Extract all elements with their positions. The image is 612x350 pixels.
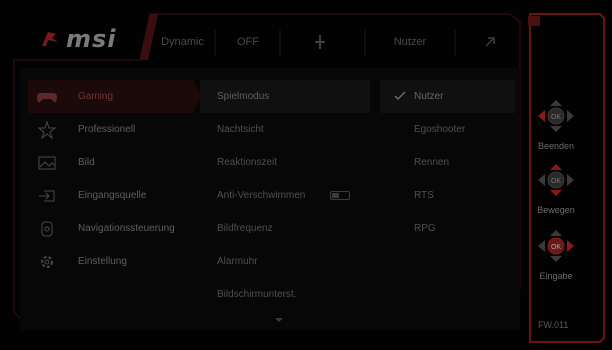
- menu-item-eingangsquelle[interactable]: Eingangsquelle: [28, 179, 193, 212]
- control-bewegen: OK Bewegen: [534, 162, 578, 215]
- header-item-arrow: [470, 32, 510, 52]
- option-rpg[interactable]: RPG: [380, 212, 515, 245]
- option-rennen[interactable]: Rennen: [380, 146, 515, 179]
- dpad-center-label: OK: [551, 244, 561, 251]
- control-label: Bewegen: [537, 205, 575, 215]
- menu-item-navigationssteuerung[interactable]: Navigationssteuerung: [28, 212, 193, 245]
- submenu-item-spielmodus[interactable]: Spielmodus: [200, 80, 370, 113]
- header-item-crosshair: [300, 32, 340, 52]
- submenu-item-nachtsicht[interactable]: Nachtsicht: [200, 113, 370, 146]
- submenu-item-alarmuhr[interactable]: Alarmuhr: [200, 245, 370, 278]
- menu-item-einstellung[interactable]: Einstellung: [28, 245, 193, 278]
- arrow-icon: [485, 37, 495, 47]
- header-item-nightvision: OFF: [237, 36, 259, 48]
- options-list: Nutzer Egoshooter Rennen RTS RPG: [380, 80, 515, 245]
- menu-item-bild[interactable]: Bild: [28, 146, 193, 179]
- gamepad-icon: [36, 89, 58, 105]
- menu-item-label: Eingangsquelle: [78, 190, 147, 201]
- dpad-exit-icon: OK: [538, 100, 574, 132]
- gear-icon: [36, 254, 58, 270]
- menu-item-gaming[interactable]: Gaming: [28, 80, 201, 113]
- option-nutzer[interactable]: Nutzer: [380, 80, 515, 113]
- scroll-down-icon[interactable]: [275, 318, 283, 322]
- control-beenden: OK Beenden: [534, 98, 578, 151]
- submenu-item-bildfrequenz[interactable]: Bildfrequenz: [200, 212, 370, 245]
- dragon-icon: [42, 32, 58, 46]
- navigation-icon: [36, 221, 58, 237]
- option-egoshooter[interactable]: Egoshooter: [380, 113, 515, 146]
- option-rts[interactable]: RTS: [380, 179, 515, 212]
- dpad-center-label: OK: [551, 178, 561, 185]
- checkmark-icon: [394, 91, 406, 101]
- image-icon: [36, 155, 58, 171]
- dpad-move-icon: OK: [538, 164, 574, 196]
- header-item-mode: Dynamic: [161, 36, 204, 48]
- logo-text: msi: [66, 25, 117, 53]
- dpad-center-label: OK: [551, 114, 561, 121]
- menu-item-label: Einstellung: [78, 256, 127, 267]
- firmware-version: FW.011: [538, 320, 569, 330]
- header-item-profile: Nutzer: [393, 36, 427, 48]
- submenu-item-anti-verschwimmen[interactable]: Anti-Verschwimmen: [200, 179, 370, 212]
- submenu: Spielmodus Nachtsicht Reaktionszeit Anti…: [200, 80, 370, 311]
- input-source-icon: [36, 188, 58, 204]
- menu-item-professionell[interactable]: Professionell: [28, 113, 193, 146]
- main-menu: Gaming Professionell Bild Eingangsquelle…: [28, 80, 201, 278]
- control-label: Beenden: [537, 141, 575, 151]
- menu-item-label: Professionell: [78, 124, 136, 135]
- dpad-enter-icon: OK: [538, 230, 574, 262]
- submenu-item-bildschirmunterst[interactable]: Bildschirmunterst.: [200, 278, 370, 311]
- menu-item-label: Gaming: [78, 91, 114, 102]
- control-eingabe: OK Eingabe: [534, 228, 578, 281]
- menu-item-label: Bild: [78, 157, 95, 168]
- anti-blur-toggle[interactable]: [330, 191, 350, 200]
- menu-item-label: Navigationssteuerung: [78, 223, 175, 234]
- crosshair-icon: [315, 35, 325, 49]
- star-icon: [36, 120, 58, 139]
- submenu-item-reaktionszeit[interactable]: Reaktionszeit: [200, 146, 370, 179]
- msi-logo: msi: [38, 25, 117, 53]
- control-label: Eingabe: [539, 271, 573, 281]
